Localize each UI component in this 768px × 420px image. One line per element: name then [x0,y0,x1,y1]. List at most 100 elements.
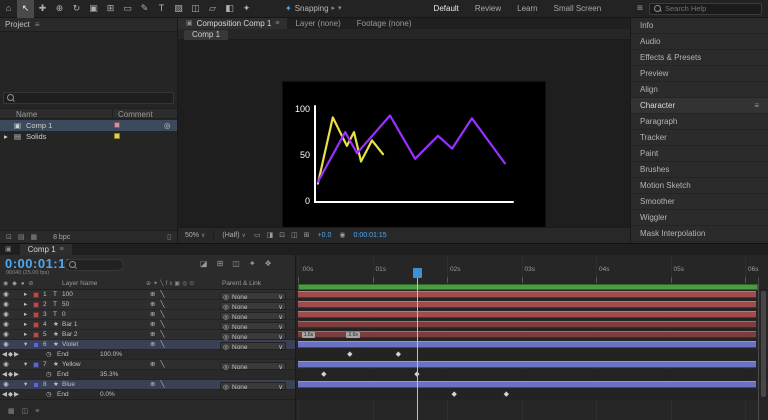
eye-icon[interactable]: ◉ [3,322,9,329]
layer-bar[interactable] [298,321,756,328]
zoom-select[interactable]: 50% ∨ [185,232,205,239]
label-chip[interactable] [33,302,39,308]
layer-bar[interactable] [298,361,756,368]
property-value[interactable]: 0.0% [100,392,115,399]
view-option-icon-0[interactable]: ▭ [254,232,261,239]
label-chip[interactable] [33,382,39,388]
track-row[interactable] [296,380,768,390]
panel-tab-motion-sketch[interactable]: Motion Sketch [631,178,768,194]
parent-dropdown[interactable]: ◎None∨ [220,332,286,340]
pan-behind-tool[interactable]: ⊞ [102,0,119,18]
layer-bar[interactable] [298,331,756,338]
twirl-icon[interactable]: ▸ [24,292,27,299]
property-name[interactable]: End [57,372,69,379]
snapping-icon[interactable]: ✦ [285,5,292,13]
eye-icon[interactable]: ◉ [3,332,9,339]
parent-dropdown[interactable]: ◎None∨ [220,292,286,300]
timeline-icon-3[interactable]: ✦ [249,260,256,268]
eraser-tool[interactable]: ▱ [204,0,221,18]
track-row[interactable]: ◆◆ [296,350,768,360]
layer-row-0[interactable]: ◉▸3T0⊕╲◎None∨ [0,310,295,320]
clone-stamp-tool[interactable]: ◫ [187,0,204,18]
panel-tab-mask-interpolation[interactable]: Mask Interpolation [631,226,768,242]
layer-switches[interactable]: ⊕╲ [150,322,169,329]
layer-switches[interactable]: ⊕╲ [150,362,169,369]
snap-option-1-icon[interactable]: ▸ [332,5,336,12]
playhead-line[interactable] [417,277,418,420]
twirl-icon[interactable]: ▸ [4,133,8,141]
layer-switches[interactable]: ⊕╲ [150,302,169,309]
layer-bar[interactable] [298,301,756,308]
property-value[interactable]: 35.3% [100,372,118,379]
property-name[interactable]: End [57,352,69,359]
workspace-default[interactable]: Default [434,5,459,13]
vertical-scrollbar[interactable] [761,291,766,397]
viewer-tab-composition-comp-1[interactable]: ▣Composition Comp 1≡ [178,18,287,29]
project-item-solids[interactable]: ▸▤Solids [0,131,177,142]
pen-tool[interactable]: ✎ [136,0,153,18]
twirl-icon[interactable]: ▸ [24,332,27,339]
panel-menu-icon[interactable]: ≡ [60,246,64,253]
eye-icon[interactable]: ◉ [3,362,9,369]
track-row[interactable] [296,310,768,320]
label-chip[interactable] [33,312,39,318]
property-value[interactable]: 100.0% [100,352,122,359]
panel-menu-icon[interactable]: ≡ [754,102,759,110]
label-chip[interactable] [33,332,39,338]
timeline-icon-1[interactable]: ⊞ [217,260,224,268]
selection-tool[interactable]: ↖ [17,0,34,18]
camera-tool[interactable]: ▣ [85,0,102,18]
parent-dropdown[interactable]: ◎None∨ [220,362,286,370]
parent-dropdown[interactable]: ◎None∨ [220,382,286,390]
resolution-select[interactable]: (Half) ∨ [222,232,246,239]
eye-icon[interactable]: ◉ [3,342,9,349]
panel-tab-effects-presets[interactable]: Effects & Presets [631,50,768,66]
panel-tab-smoother[interactable]: Smoother [631,194,768,210]
track-row[interactable] [296,340,768,350]
label-chip[interactable] [114,133,120,139]
panel-tab-preview[interactable]: Preview [631,66,768,82]
layer-bar[interactable] [298,291,756,298]
panel-tab-tracker[interactable]: Tracker [631,130,768,146]
property-name[interactable]: End [57,392,69,399]
roto-brush-tool[interactable]: ◧ [221,0,238,18]
camera-icon[interactable]: ◉ [339,232,345,239]
hand-tool[interactable]: ✚ [34,0,51,18]
timeline-icon-2[interactable]: ◫ [232,260,240,268]
eye-icon[interactable]: ◉ [3,302,9,309]
view-option-icon-3[interactable]: ◫ [291,232,298,239]
layer-row-yellow[interactable]: ◉▾7★Yellow⊕╲◎None∨ [0,360,295,370]
keyframe-icon[interactable]: ◆ [504,391,509,398]
twirl-icon[interactable]: ▸ [24,302,27,309]
stopwatch-icon[interactable]: ◷ [46,352,52,359]
label-chip[interactable] [33,342,39,348]
help-search-input[interactable] [665,4,757,13]
comment-column-header[interactable]: Comment [118,111,153,119]
parent-dropdown[interactable]: ◎None∨ [220,312,286,320]
timeline-icon-0[interactable]: ◪ [200,260,208,268]
timeline-view-icons[interactable]: ▦◫≡ [8,408,46,415]
panel-tab-character[interactable]: Character≡ [631,98,768,114]
home-tool[interactable]: ⌂ [0,0,17,18]
track-row[interactable]: 1.6s2.6s [296,330,768,340]
layer-switches[interactable]: ⊕╲ [150,342,169,349]
parent-dropdown[interactable]: ◎None∨ [220,322,286,330]
workspace-learn[interactable]: Learn [517,5,537,13]
eye-icon[interactable]: ◉ [3,382,9,389]
track-row[interactable]: ◆◆ [296,390,768,400]
viewer-time[interactable]: 0:00:01:15 [354,232,387,239]
keyframe-icon[interactable]: ◆ [321,371,326,378]
layer-row-50[interactable]: ◉▸2T50⊕╲◎None∨ [0,300,295,310]
comp-tab[interactable]: Comp 1 [184,30,228,40]
keyframe-nav[interactable]: ◀◆▶ [2,372,20,379]
layer-row-blue[interactable]: ◉▾8★Blue⊕╲◎None∨ [0,380,295,390]
panel-tab-paint[interactable]: Paint [631,146,768,162]
exposure-value[interactable]: +0.0 [318,232,332,239]
layer-switches[interactable]: ⊕╲ [150,382,169,389]
parent-link-column[interactable]: Parent & Link [222,281,261,288]
snapping-control[interactable]: ✦ Snapping ▸ ▾ [285,5,342,13]
zoom-tool[interactable]: ⊕ [51,0,68,18]
twirl-icon[interactable]: ▾ [24,342,27,349]
layer-row-violet[interactable]: ◉▾6★Violet⊕╲◎None∨ [0,340,295,350]
timeline-tab[interactable]: Comp 1 ≡ [20,244,72,255]
